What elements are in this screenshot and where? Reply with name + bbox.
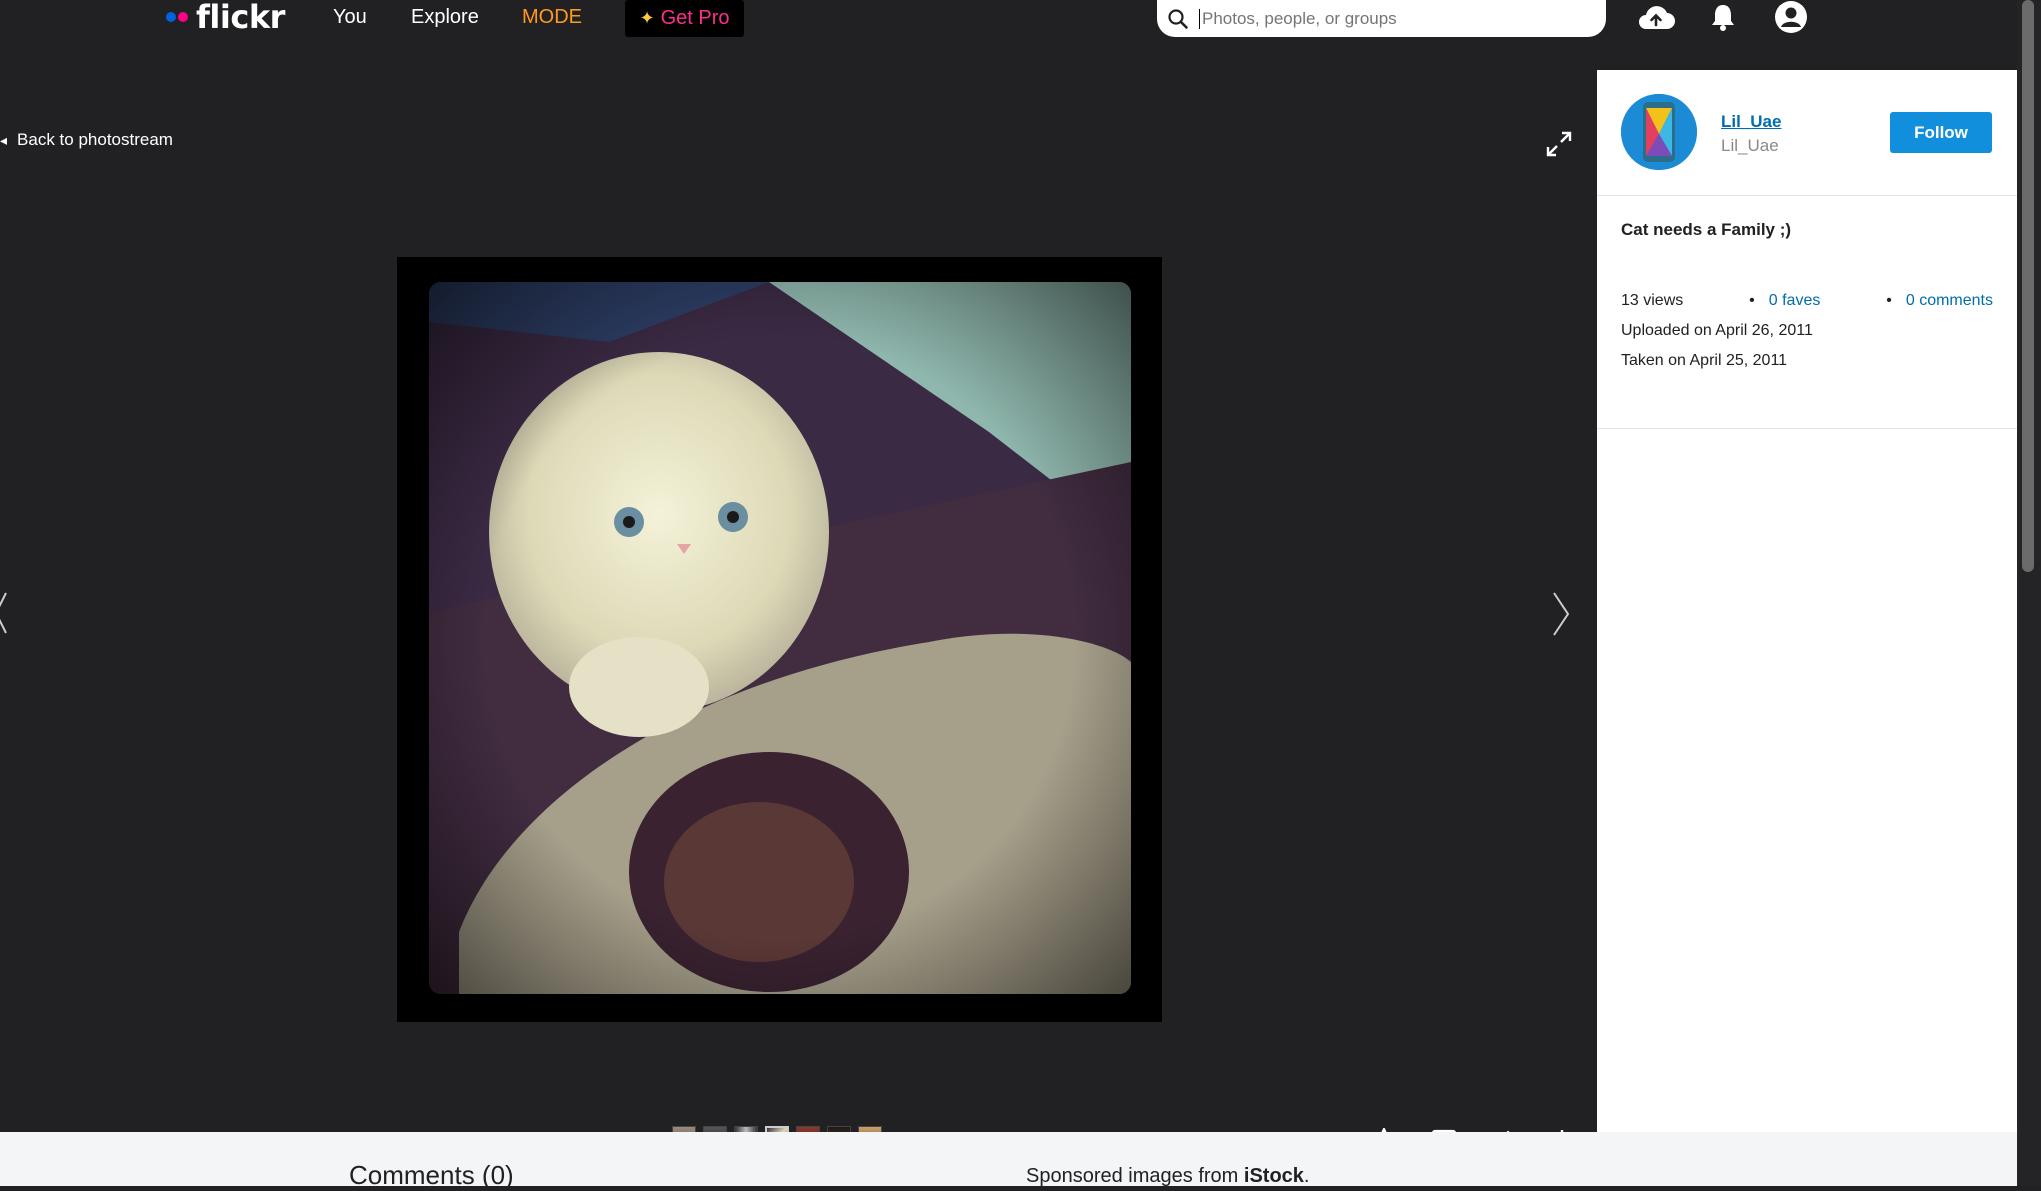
sidebar-divider xyxy=(1597,428,2017,429)
logo-blue-dot xyxy=(166,12,176,22)
photo-stats: 13 views • 0 faves • 0 comments xyxy=(1621,292,1993,310)
logo-pink-dot xyxy=(178,12,188,22)
get-pro-button[interactable]: ✦ Get Pro xyxy=(625,0,744,37)
sparkle-icon: ✦ xyxy=(639,8,655,28)
faves-link[interactable]: 0 faves xyxy=(1769,292,1821,309)
comments-heading: Comments (0) xyxy=(349,1160,514,1190)
taken-date[interactable]: Taken on April 25, 2011 xyxy=(1621,352,1787,370)
photo-title: Cat needs a Family ;) xyxy=(1621,220,1792,239)
photo-info-sidebar: Lil_Uae Lil_Uae Follow Cat needs a Famil… xyxy=(1597,70,2017,1132)
faves-stat: • 0 faves xyxy=(1749,292,1820,310)
search-icon[interactable] xyxy=(1157,0,1199,37)
owner-avatar[interactable] xyxy=(1621,94,1697,170)
top-navigation-bar: flickr You Explore MODE ✦ Get Pro xyxy=(0,0,2041,38)
nav-you[interactable]: You xyxy=(333,0,367,34)
previous-photo-arrow-icon[interactable] xyxy=(0,591,8,640)
back-arrow-icon: ◂ xyxy=(0,131,8,148)
nav-explore[interactable]: Explore xyxy=(411,0,479,34)
photo-viewer: ◂ Back to photostream xyxy=(0,38,1597,1156)
owner-name-link[interactable]: Lil_Uae xyxy=(1721,112,1781,132)
nav-mode[interactable]: MODE xyxy=(522,0,582,34)
back-to-photostream-link[interactable]: ◂ Back to photostream xyxy=(0,130,173,150)
next-photo-arrow-icon[interactable] xyxy=(1551,591,1571,642)
comments-link[interactable]: 0 comments xyxy=(1906,292,1993,309)
sponsored-heading: Sponsored images from iStock. xyxy=(1026,1165,1310,1187)
bullet: • xyxy=(1886,292,1892,309)
logo-text: flickr xyxy=(196,0,285,36)
bullet: • xyxy=(1749,292,1755,309)
comments-stat: • 0 comments xyxy=(1886,292,1993,310)
sponsored-prefix: Sponsored images from xyxy=(1026,1165,1239,1187)
back-label: Back to photostream xyxy=(17,130,173,149)
fullscreen-expand-icon[interactable] xyxy=(1545,130,1573,163)
comments-section: Comments (0) Sponsored images from iStoc… xyxy=(0,1132,2017,1190)
account-avatar-icon[interactable] xyxy=(1773,0,1809,34)
upload-icon[interactable] xyxy=(1636,0,1676,34)
search-bar[interactable] xyxy=(1157,0,1606,37)
sidebar-divider xyxy=(1597,195,2017,196)
owner-subtitle: Lil_Uae xyxy=(1721,136,1779,155)
flickr-logo[interactable]: flickr xyxy=(166,0,285,36)
main-photo[interactable] xyxy=(397,257,1162,1022)
get-pro-label: Get Pro xyxy=(660,7,730,29)
views-count: 13 views xyxy=(1621,292,1684,309)
sponsored-brand[interactable]: iStock xyxy=(1244,1165,1304,1187)
follow-button[interactable]: Follow xyxy=(1890,112,1992,153)
search-input[interactable] xyxy=(1199,8,1589,29)
page-scrollbar-thumb[interactable] xyxy=(2022,0,2034,572)
kitten-photo-image xyxy=(429,282,1131,994)
uploaded-date: Uploaded on April 26, 2011 xyxy=(1621,322,1813,339)
notifications-bell-icon[interactable] xyxy=(1708,0,1738,34)
